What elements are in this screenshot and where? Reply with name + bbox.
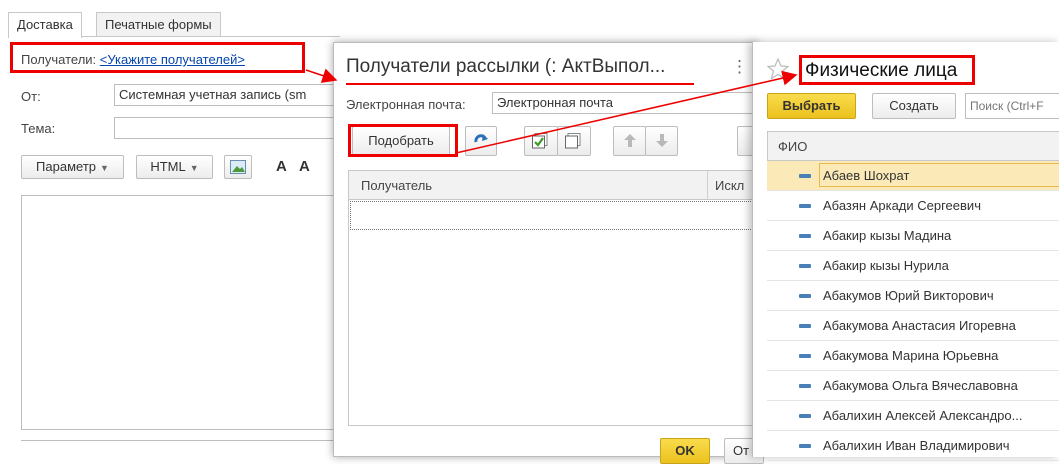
recipients-row: Получатели: <Укажите получателей> [21, 52, 245, 67]
person-name: Абакир кызы Мадина [823, 228, 952, 243]
from-label: От: [21, 89, 41, 104]
recipients-dialog: Получатели рассылки (: АктВыпол... ⋮ Эле… [333, 42, 764, 464]
move-up-button[interactable] [613, 126, 646, 156]
list-item[interactable]: Абакумова Ольга Вячеславовна [767, 371, 1059, 401]
persons-title: Физические лица [805, 60, 958, 81]
refresh-icon [474, 134, 488, 143]
person-name: Абакумова Марина Юрьевна [823, 348, 999, 363]
list-item[interactable]: Абакумов Юрий Викторович [767, 281, 1059, 311]
list-item[interactable]: Абакир кызы Нурила [767, 251, 1059, 281]
list-item[interactable]: Абазян Аркади Сергеевич [767, 191, 1059, 221]
tab-delivery[interactable]: Доставка [8, 12, 82, 38]
divider [21, 440, 340, 441]
move-down-button[interactable] [645, 126, 678, 156]
row-dash-icon [799, 294, 811, 298]
person-name: Абазян Аркади Сергеевич [823, 198, 981, 213]
recipients-label: Получатели: [21, 52, 97, 67]
row-dash-icon [799, 444, 811, 448]
dialog-title: Получатели рассылки (: АктВыпол... [346, 56, 666, 77]
person-name: Абакир кызы Нурила [823, 258, 949, 273]
from-field[interactable]: Системная учетная запись (sm [114, 84, 340, 106]
list-item[interactable]: Абакир кызы Мадина [767, 221, 1059, 251]
chevron-down-icon: ▼ [189, 163, 199, 173]
image-icon [230, 160, 246, 174]
select-button[interactable]: Выбрать [767, 93, 856, 119]
person-name: Абалихин Иван Владимирович [823, 438, 1010, 453]
check-all-button[interactable] [524, 126, 558, 156]
parameter-label: Параметр [36, 159, 97, 174]
uncheck-all-button[interactable] [557, 126, 591, 156]
empty-row-focus[interactable] [350, 201, 757, 230]
row-dash-icon [799, 264, 811, 268]
person-name: Абакумов Юрий Викторович [823, 288, 994, 303]
list-item[interactable]: Абалихин Алексей Александро... [767, 401, 1059, 431]
title-underline [346, 83, 694, 85]
row-dash-icon [799, 234, 811, 238]
row-dash-icon [799, 354, 811, 358]
person-name: Абалихин Алексей Александро... [823, 408, 1023, 423]
pick-button[interactable]: Подобрать [352, 126, 450, 156]
uncheck-all-icon [565, 133, 581, 149]
parameter-button[interactable]: Параметр ▼ [21, 155, 124, 179]
row-dash-icon [799, 174, 811, 178]
bold-font-button[interactable]: A [276, 158, 287, 175]
subject-label: Тема: [21, 121, 56, 136]
persons-list: Абаев Шохрат Абазян Аркади Сергеевич Аба… [753, 161, 1059, 461]
star-icon[interactable] [767, 58, 789, 80]
list-item[interactable]: Абаев Шохрат [767, 161, 1059, 191]
recipients-table-body[interactable] [348, 200, 759, 426]
message-body-editor[interactable] [21, 195, 340, 430]
list-item[interactable]: Абакумова Марина Юрьевна [767, 341, 1059, 371]
persons-table-header: ФИО [767, 131, 1059, 161]
list-item[interactable]: Абакумова Анастасия Игоревна [767, 311, 1059, 341]
html-format-button[interactable]: HTML ▼ [136, 155, 213, 179]
insert-image-button[interactable] [224, 155, 252, 179]
recipients-table-header: Получатель Искл [348, 170, 759, 200]
person-name: Абаев Шохрат [823, 168, 910, 183]
chevron-down-icon: ▼ [100, 163, 109, 173]
row-dash-icon [799, 204, 811, 208]
move-down-icon [656, 134, 668, 147]
subject-field[interactable] [114, 117, 340, 139]
recipients-link[interactable]: <Укажите получателей> [100, 52, 245, 67]
move-up-icon [624, 134, 636, 147]
ok-button[interactable]: OK [660, 438, 710, 464]
mail-form: Доставка Печатные формы Получатели: <Ука… [0, 0, 340, 453]
column-fio[interactable]: ФИО [778, 139, 807, 154]
more-menu-icon[interactable]: ⋮ [731, 57, 748, 77]
person-name: Абакумова Анастасия Игоревна [823, 318, 1016, 333]
email-label: Электронная почта: [346, 97, 466, 112]
refresh-button[interactable] [465, 126, 497, 156]
persons-window: Физические лица Выбрать Создать ФИО Абае… [752, 42, 1059, 461]
column-divider [707, 171, 708, 200]
row-dash-icon [799, 414, 811, 418]
tab-print-forms[interactable]: Печатные формы [96, 12, 221, 37]
check-all-icon [532, 133, 548, 149]
create-button[interactable]: Создать [872, 93, 956, 119]
font-size-button[interactable]: A [299, 158, 310, 175]
person-name: Абакумова Ольга Вячеславовна [823, 378, 1018, 393]
html-label: HTML [150, 159, 186, 174]
row-dash-icon [799, 384, 811, 388]
column-recipient[interactable]: Получатель [361, 178, 432, 193]
list-item[interactable]: Абалихин Иван Владимирович [767, 431, 1059, 461]
row-dash-icon [799, 324, 811, 328]
column-exclude[interactable]: Искл [715, 178, 744, 193]
search-input[interactable] [965, 93, 1059, 119]
email-field[interactable]: Электронная почта [492, 92, 759, 114]
